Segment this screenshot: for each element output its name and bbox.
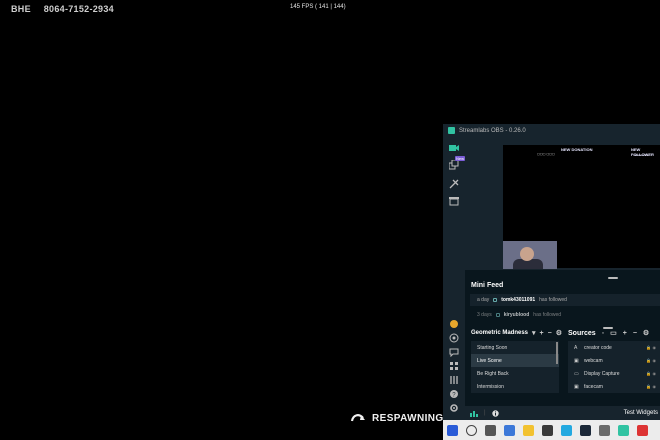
donation-alert-label: NEW DONATION	[561, 147, 593, 152]
feed-user: tomk43011091	[501, 297, 536, 303]
respawn-arrow-icon	[350, 414, 365, 422]
editor-footer: | Test Widgets	[465, 406, 660, 420]
new-badge: New	[455, 156, 466, 161]
preview-overlay-text: ▢▢▢ ▢▢▢	[537, 152, 555, 156]
source-label: facecam	[584, 383, 603, 390]
edge-browser-icon[interactable]	[504, 424, 515, 436]
follower-alert-sub: mercell-n-le	[633, 153, 649, 157]
webcam-person-face	[520, 247, 534, 261]
performance-chart-icon[interactable]	[470, 410, 478, 417]
windows-taskbar	[443, 420, 660, 440]
dashboard-icon[interactable]	[449, 333, 459, 343]
feed-action: has followed	[539, 297, 567, 303]
source-item[interactable]: ▣ facecam 🔒 ◉	[568, 380, 660, 393]
scene-item[interactable]: Intermission	[471, 380, 559, 393]
feed-time: 3 days	[477, 312, 492, 318]
chat-icon[interactable]	[449, 347, 459, 357]
source-label: webcam	[584, 357, 603, 364]
store-icon[interactable]	[449, 196, 459, 206]
shield-app-icon[interactable]	[561, 424, 572, 436]
settings-gear-icon[interactable]	[449, 403, 459, 413]
respawn-text: RESPAWNING	[372, 412, 444, 424]
source-item[interactable]: ▭ Display Capture 🔒 ◉	[568, 367, 660, 380]
mixer-icon[interactable]	[449, 375, 459, 385]
add-source-icon[interactable]: +	[623, 330, 627, 337]
scene-item[interactable]: Be Right Back	[471, 367, 559, 380]
help-icon[interactable]: ?	[449, 389, 459, 399]
window-titlebar[interactable]: Streamlabs OBS - 0.26.0	[443, 124, 660, 137]
sources-title: Sources	[568, 329, 596, 337]
footer-divider: |	[484, 410, 486, 416]
layout-icon[interactable]	[449, 361, 459, 371]
text-icon: A	[574, 345, 578, 351]
task-view-icon[interactable]	[485, 424, 496, 436]
add-scene-icon[interactable]: +	[540, 330, 544, 337]
source-item[interactable]: ▣ webcam 🔒 ◉	[568, 354, 660, 367]
prime-icon[interactable]	[449, 319, 459, 329]
window-title: Streamlabs OBS - 0.26.0	[459, 127, 526, 134]
scene-list: Starting Soon Live Scene Be Right Back I…	[471, 341, 559, 395]
lock-eye-icon[interactable]: 🔒 ◉	[646, 345, 656, 350]
side-nav: New ?	[443, 137, 466, 420]
follow-icon	[493, 298, 498, 302]
start-button-icon[interactable]	[447, 424, 458, 436]
editor-main: ▢▢▢ ▢▢▢ NEW DONATION NEW FOLLOWER mercel…	[465, 137, 660, 420]
webcam-preview	[503, 241, 557, 269]
follow-icon	[495, 313, 500, 317]
lock-eye-icon[interactable]: 🔒 ◉	[646, 384, 656, 389]
collection-dropdown-icon[interactable]: ▾	[532, 329, 536, 337]
red-app-icon[interactable]	[637, 424, 648, 436]
source-label: Display Capture	[584, 370, 620, 377]
file-explorer-icon[interactable]	[523, 424, 534, 436]
search-icon[interactable]	[466, 424, 477, 436]
studio-mode-icon[interactable]	[449, 143, 459, 153]
respawn-indicator: RESPAWNING	[350, 411, 444, 425]
scene-collection-name[interactable]: Geometric Madness	[471, 330, 528, 336]
feed-user: kiryublood	[503, 312, 530, 318]
test-widgets-button[interactable]: Test Widgets	[624, 410, 658, 416]
scene-list-scrollbar[interactable]	[556, 342, 558, 364]
info-icon[interactable]	[491, 409, 499, 417]
feed-action: has followed	[533, 312, 562, 318]
server-tag: BHE	[11, 4, 31, 14]
scene-item[interactable]: Starting Soon	[471, 341, 559, 354]
add-folder-icon[interactable]: ▭	[610, 329, 617, 337]
party-code-display: BHE 8064-7152-2934	[11, 4, 124, 14]
source-list: A creator code 🔒 ◉ ▣ webcam 🔒 ◉ ▭ Displa…	[568, 341, 660, 395]
steam-icon[interactable]	[580, 424, 591, 436]
source-item[interactable]: A creator code 🔒 ◉	[568, 341, 660, 354]
webcam-icon: ▣	[574, 384, 579, 390]
terminal-icon[interactable]	[542, 424, 553, 436]
panel-resize-handle[interactable]	[608, 277, 618, 279]
source-label: creator code	[584, 344, 612, 351]
feed-item[interactable]: 3 days kiryublood has followed	[470, 309, 660, 321]
minifeed-title: Mini Feed	[471, 282, 504, 289]
stream-preview[interactable]: ▢▢▢ ▢▢▢ NEW DONATION NEW FOLLOWER mercel…	[465, 137, 660, 270]
obs-window: Streamlabs OBS - 0.26.0 New ? ▢▢▢ ▢▢▢ NE…	[443, 124, 660, 420]
remove-scene-icon[interactable]: −	[548, 330, 552, 337]
source-settings-icon[interactable]: ⚙	[643, 329, 649, 337]
sources-header: Sources ◦ ▭ + − ⚙	[568, 329, 649, 338]
app-icon[interactable]	[599, 424, 610, 436]
feed-time: a day	[477, 297, 490, 303]
scenes-header: Geometric Madness ▾ + − ⚙	[471, 329, 562, 338]
source-visibility-icon[interactable]: ◦	[602, 330, 604, 337]
lock-eye-icon[interactable]: 🔒 ◉	[646, 371, 656, 376]
display-capture-icon: ▭	[574, 371, 579, 377]
fps-counter: 145 FPS ( 141 | 144)	[290, 4, 346, 10]
remove-source-icon[interactable]: −	[633, 330, 637, 337]
streamlabs-taskbar-icon[interactable]	[618, 424, 629, 436]
tools-icon[interactable]	[449, 179, 459, 189]
scene-settings-icon[interactable]: ⚙	[556, 329, 562, 337]
feed-item[interactable]: a day tomk43011091 has followed	[470, 294, 660, 306]
streamlabs-logo-icon	[448, 127, 455, 134]
party-code: 8064-7152-2934	[43, 4, 114, 14]
webcam-icon: ▣	[574, 358, 579, 364]
scene-item-active[interactable]: Live Scene	[471, 354, 559, 367]
lock-eye-icon[interactable]: 🔒 ◉	[646, 358, 656, 363]
themes-icon[interactable]	[449, 160, 459, 170]
